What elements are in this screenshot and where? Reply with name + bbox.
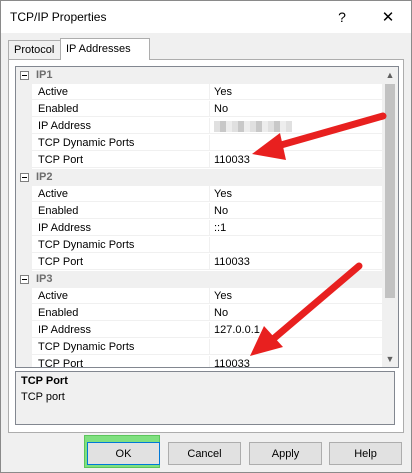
- help-icon[interactable]: ?: [319, 1, 365, 33]
- cancel-button[interactable]: Cancel: [168, 442, 241, 465]
- property-name: TCP Dynamic Ports: [32, 339, 210, 355]
- property-row[interactable]: IP Address::1: [16, 220, 382, 237]
- window-title: TCP/IP Properties: [10, 10, 107, 24]
- property-value[interactable]: ::1: [210, 220, 382, 236]
- property-name: Enabled: [32, 305, 210, 321]
- property-name: TCP Dynamic Ports: [32, 135, 210, 151]
- description-pane: TCP Port TCP port: [15, 371, 395, 425]
- property-row[interactable]: Active Yes: [16, 288, 382, 305]
- group-label: IP3: [36, 273, 53, 285]
- vertical-scrollbar[interactable]: ▲ ▼: [382, 67, 398, 367]
- row-gutter: [16, 254, 32, 271]
- row-gutter: [16, 118, 32, 135]
- property-grid: IP1 Active Yes Enabled No IP Address TCP Dynam…: [15, 66, 399, 368]
- property-rows: IP1 Active Yes Enabled No IP Address TCP Dynam…: [16, 67, 382, 367]
- tab-panel: IP1 Active Yes Enabled No IP Address TCP Dynam…: [8, 59, 404, 433]
- property-row[interactable]: Active Yes: [16, 84, 382, 101]
- redacted-value: [214, 121, 292, 132]
- property-name: Enabled: [32, 203, 210, 219]
- scroll-down-icon[interactable]: ▼: [382, 351, 398, 367]
- row-gutter: [16, 356, 32, 367]
- description-text: TCP port: [21, 391, 65, 403]
- property-value[interactable]: Yes: [210, 288, 382, 304]
- help-button[interactable]: Help: [329, 442, 402, 465]
- group-header[interactable]: IP2: [16, 169, 382, 186]
- tab-protocol[interactable]: Protocol: [8, 40, 66, 59]
- property-row[interactable]: Enabled No: [16, 305, 382, 322]
- property-row[interactable]: Enabled No: [16, 203, 382, 220]
- description-title: TCP Port: [21, 375, 68, 387]
- property-row[interactable]: Active Yes: [16, 186, 382, 203]
- property-row[interactable]: IP Address 127.0.0.1: [16, 322, 382, 339]
- row-gutter: [16, 101, 32, 118]
- property-name: IP Address: [32, 118, 210, 134]
- collapse-icon[interactable]: [20, 71, 29, 80]
- property-value[interactable]: [210, 135, 382, 151]
- property-value[interactable]: 110033: [210, 152, 382, 168]
- scrollbar-thumb[interactable]: [385, 84, 395, 298]
- apply-button[interactable]: Apply: [249, 442, 322, 465]
- property-name: TCP Port: [32, 152, 210, 168]
- title-bar: TCP/IP Properties ? ✕: [1, 1, 411, 33]
- row-gutter: [16, 288, 32, 305]
- property-value[interactable]: [210, 237, 382, 253]
- close-icon[interactable]: ✕: [365, 1, 411, 33]
- property-value[interactable]: [210, 118, 382, 134]
- row-gutter: [16, 305, 32, 322]
- row-gutter: [16, 339, 32, 356]
- property-name: Active: [32, 288, 210, 304]
- property-value[interactable]: No: [210, 101, 382, 117]
- scroll-up-icon[interactable]: ▲: [382, 67, 398, 83]
- property-row[interactable]: Enabled No: [16, 101, 382, 118]
- property-value[interactable]: 110033: [210, 356, 382, 367]
- property-name: TCP Port: [32, 254, 210, 270]
- property-value[interactable]: [210, 339, 382, 355]
- collapse-icon[interactable]: [20, 275, 29, 284]
- property-row[interactable]: TCP Dynamic Ports: [16, 339, 382, 356]
- property-row[interactable]: TCP Dynamic Ports: [16, 237, 382, 254]
- group-header[interactable]: IP1: [16, 67, 382, 84]
- property-value[interactable]: No: [210, 203, 382, 219]
- property-value[interactable]: Yes: [210, 186, 382, 202]
- property-row[interactable]: TCP Dynamic Ports: [16, 135, 382, 152]
- property-row[interactable]: TCP Port 110033: [16, 356, 382, 367]
- group-label: IP1: [36, 69, 53, 81]
- row-gutter: [16, 237, 32, 254]
- row-gutter: [16, 203, 32, 220]
- property-value[interactable]: 110033: [210, 254, 382, 270]
- property-value[interactable]: No: [210, 305, 382, 321]
- group-label: IP2: [36, 171, 53, 183]
- property-row[interactable]: TCP Port 110033: [16, 254, 382, 271]
- row-gutter: [16, 84, 32, 101]
- property-row[interactable]: IP Address: [16, 118, 382, 135]
- property-row[interactable]: TCP Port 110033: [16, 152, 382, 169]
- ok-button[interactable]: OK: [87, 442, 160, 465]
- row-gutter: [16, 135, 32, 152]
- tab-ip-addresses[interactable]: IP Addresses: [60, 38, 150, 60]
- property-name: IP Address: [32, 220, 210, 236]
- property-name: TCP Dynamic Ports: [32, 237, 210, 253]
- group-header[interactable]: IP3: [16, 271, 382, 288]
- property-name: Active: [32, 84, 210, 100]
- property-name: IP Address: [32, 322, 210, 338]
- row-gutter: [16, 152, 32, 169]
- collapse-icon[interactable]: [20, 173, 29, 182]
- property-name: Enabled: [32, 101, 210, 117]
- property-name: TCP Port: [32, 356, 210, 367]
- row-gutter: [16, 220, 32, 237]
- property-value[interactable]: 127.0.0.1: [210, 322, 382, 338]
- property-value[interactable]: Yes: [210, 84, 382, 100]
- row-gutter: [16, 186, 32, 203]
- property-name: Active: [32, 186, 210, 202]
- row-gutter: [16, 322, 32, 339]
